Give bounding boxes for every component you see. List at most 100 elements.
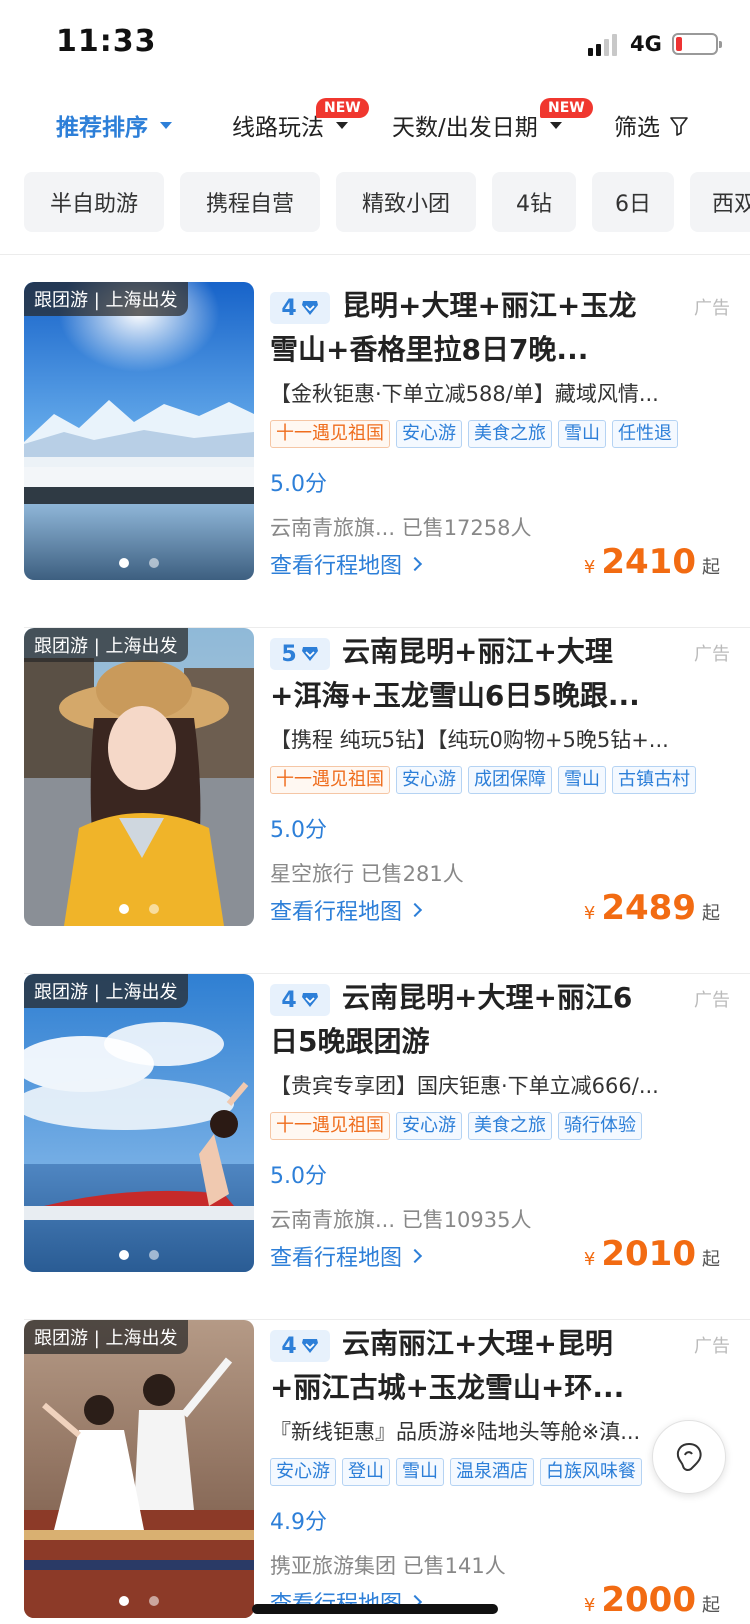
chevron-down-icon — [160, 121, 172, 129]
product-tag: 十一遇见祖国 — [270, 1112, 390, 1140]
product-card[interactable]: 跟团游 | 上海出发 4 昆明+大理+丽江+玉龙雪山+香格里拉8日7晚... 广… — [0, 282, 750, 628]
sort-days-date-label: 天数/出发日期 — [392, 115, 538, 141]
view-route-map-label: 查看行程地图 — [270, 900, 403, 925]
tour-type-tag: 跟团游 | 上海出发 — [24, 628, 188, 662]
sort-route-type-label: 线路玩法 — [232, 115, 324, 141]
chip-small-group[interactable]: 精致小团 — [336, 172, 476, 232]
chevron-right-icon — [407, 1248, 423, 1264]
ad-label: 广告 — [694, 644, 730, 665]
product-title[interactable]: 云南昆明+丽江+大理+洱海+玉龙雪山6日5晚跟... — [270, 630, 658, 718]
girl-in-hat-photo — [24, 628, 254, 926]
filter-button[interactable]: 筛选 — [614, 108, 688, 142]
carousel-dots — [24, 1596, 254, 1606]
view-route-map-link[interactable]: 查看行程地图 — [270, 548, 423, 580]
product-title[interactable]: 云南丽江+大理+昆明+丽江古城+玉龙雪山+环... — [270, 1322, 658, 1410]
view-route-map-link[interactable]: 查看行程地图 — [270, 894, 423, 926]
price: ¥ 2000 起 — [584, 1580, 720, 1620]
product-tag: 十一遇见祖国 — [270, 766, 390, 794]
tour-type-tag: 跟团游 | 上海出发 — [24, 1320, 188, 1354]
chevron-down-icon — [549, 121, 562, 129]
product-tag: 安心游 — [396, 420, 462, 448]
product-tags: 安心游 登山 雪山 温泉酒店 白族风味餐 — [270, 1458, 642, 1486]
product-description: 【携程 纯玩5钻】【纯玩0购物+5晚5钻+... — [270, 728, 669, 752]
product-tag: 雪山 — [558, 766, 606, 794]
carousel-dots — [24, 904, 254, 914]
product-thumbnail[interactable]: 跟团游 | 上海出发 — [24, 628, 254, 926]
signal-icon — [588, 32, 617, 56]
price: ¥ 2410 起 — [584, 542, 720, 582]
currency-symbol: ¥ — [583, 557, 596, 578]
rating-score: 5.0分 — [270, 818, 327, 843]
currency-symbol: ¥ — [583, 1249, 596, 1270]
sort-days-date[interactable]: 天数/出发日期 NEW — [392, 98, 593, 142]
product-tags: 十一遇见祖国 安心游 美食之旅 骑行体验 — [270, 1112, 642, 1140]
rating-score: 5.0分 — [270, 1164, 327, 1189]
product-card[interactable]: 跟团游 | 上海出发 4 云南丽江+大理+昆明+丽江古城+玉龙雪山+环... 广… — [0, 1320, 750, 1624]
product-tags: 十一遇见祖国 安心游 成团保障 雪山 古镇古村 — [270, 766, 696, 794]
product-title[interactable]: 昆明+大理+丽江+玉龙雪山+香格里拉8日7晚... — [270, 284, 658, 372]
divider — [0, 254, 750, 255]
chip-semi-self-guided[interactable]: 半自助游 — [24, 172, 164, 232]
ad-label: 广告 — [694, 990, 730, 1011]
product-tag: 美食之旅 — [468, 1112, 552, 1140]
chip-ctrip-self-operated[interactable]: 携程自营 — [180, 172, 320, 232]
product-tag: 登山 — [342, 1458, 390, 1486]
home-indicator — [252, 1604, 498, 1614]
chevron-down-icon — [336, 121, 348, 129]
currency-symbol: ¥ — [583, 1595, 596, 1616]
product-thumbnail[interactable]: 跟团游 | 上海出发 — [24, 282, 254, 580]
product-tag: 安心游 — [270, 1458, 336, 1486]
carousel-dots — [24, 558, 254, 568]
chip-xishuangbanna[interactable]: 西双 — [690, 172, 750, 232]
sort-route-type[interactable]: 线路玩法 NEW — [232, 98, 369, 142]
product-tag: 十一遇见祖国 — [270, 420, 390, 448]
product-card[interactable]: 跟团游 | 上海出发 4 云南昆明+大理+丽江6日5晚跟团游 广告 【贵宾专享团… — [0, 974, 750, 1320]
status-time: 11:33 — [56, 24, 157, 59]
view-route-map-label: 查看行程地图 — [270, 1246, 403, 1271]
sort-recommended[interactable]: 推荐排序 — [56, 108, 172, 142]
rating-score: 5.0分 — [270, 472, 327, 497]
snow-mountain-lake-photo — [24, 282, 254, 580]
product-thumbnail[interactable]: 跟团游 | 上海出发 — [24, 1320, 254, 1618]
quick-filter-chips: 半自助游 携程自营 精致小团 4钻 6日 西双 — [0, 170, 750, 244]
product-tag: 古镇古村 — [612, 766, 696, 794]
price-value: 2010 — [601, 1234, 696, 1274]
new-badge: NEW — [540, 98, 593, 118]
price-suffix: 起 — [702, 1595, 720, 1616]
product-tag: 安心游 — [396, 1112, 462, 1140]
product-description: 【贵宾专享团】国庆钜惠·下单立减666/... — [270, 1074, 659, 1098]
sort-bar: 推荐排序 线路玩法 NEW 天数/出发日期 NEW 筛选 — [0, 90, 750, 170]
product-tag: 温泉酒店 — [450, 1458, 534, 1486]
chevron-right-icon — [407, 556, 423, 572]
status-bar: 11:33 4G — [0, 0, 750, 90]
price-suffix: 起 — [702, 1249, 720, 1270]
ad-label: 广告 — [694, 1336, 730, 1357]
carousel-dots — [24, 1250, 254, 1260]
product-thumbnail[interactable]: 跟团游 | 上海出发 — [24, 974, 254, 1272]
customer-service-button[interactable] — [652, 1420, 726, 1494]
battery-icon — [672, 33, 722, 55]
price-suffix: 起 — [702, 903, 720, 924]
network-type: 4G — [630, 32, 662, 56]
currency-symbol: ¥ — [583, 903, 596, 924]
tour-type-tag: 跟团游 | 上海出发 — [24, 974, 188, 1008]
new-badge: NEW — [316, 98, 369, 118]
couple-photo — [24, 1320, 254, 1618]
woman-by-lake-photo — [24, 974, 254, 1272]
price-suffix: 起 — [702, 557, 720, 578]
product-tag: 安心游 — [396, 766, 462, 794]
product-card[interactable]: 跟团游 | 上海出发 5 云南昆明+丽江+大理+洱海+玉龙雪山6日5晚跟... … — [0, 628, 750, 974]
price: ¥ 2010 起 — [584, 1234, 720, 1274]
product-tag: 美食之旅 — [468, 420, 552, 448]
chip-4-diamond[interactable]: 4钻 — [492, 172, 576, 232]
chip-6-days[interactable]: 6日 — [592, 172, 674, 232]
view-route-map-link[interactable]: 查看行程地图 — [270, 1240, 423, 1272]
product-description: 『新线钜惠』品质游※陆地头等舱※滇... — [270, 1420, 641, 1444]
product-tags: 十一遇见祖国 安心游 美食之旅 雪山 任性退 — [270, 420, 678, 448]
product-title[interactable]: 云南昆明+大理+丽江6日5晚跟团游 — [270, 976, 658, 1064]
product-tag: 成团保障 — [468, 766, 552, 794]
vendor-sales: 云南青旅旗... 已售17258人 — [270, 516, 532, 540]
vendor-sales: 云南青旅旗... 已售10935人 — [270, 1208, 532, 1232]
price-value: 2410 — [601, 542, 696, 582]
product-tag: 白族风味餐 — [540, 1458, 642, 1486]
